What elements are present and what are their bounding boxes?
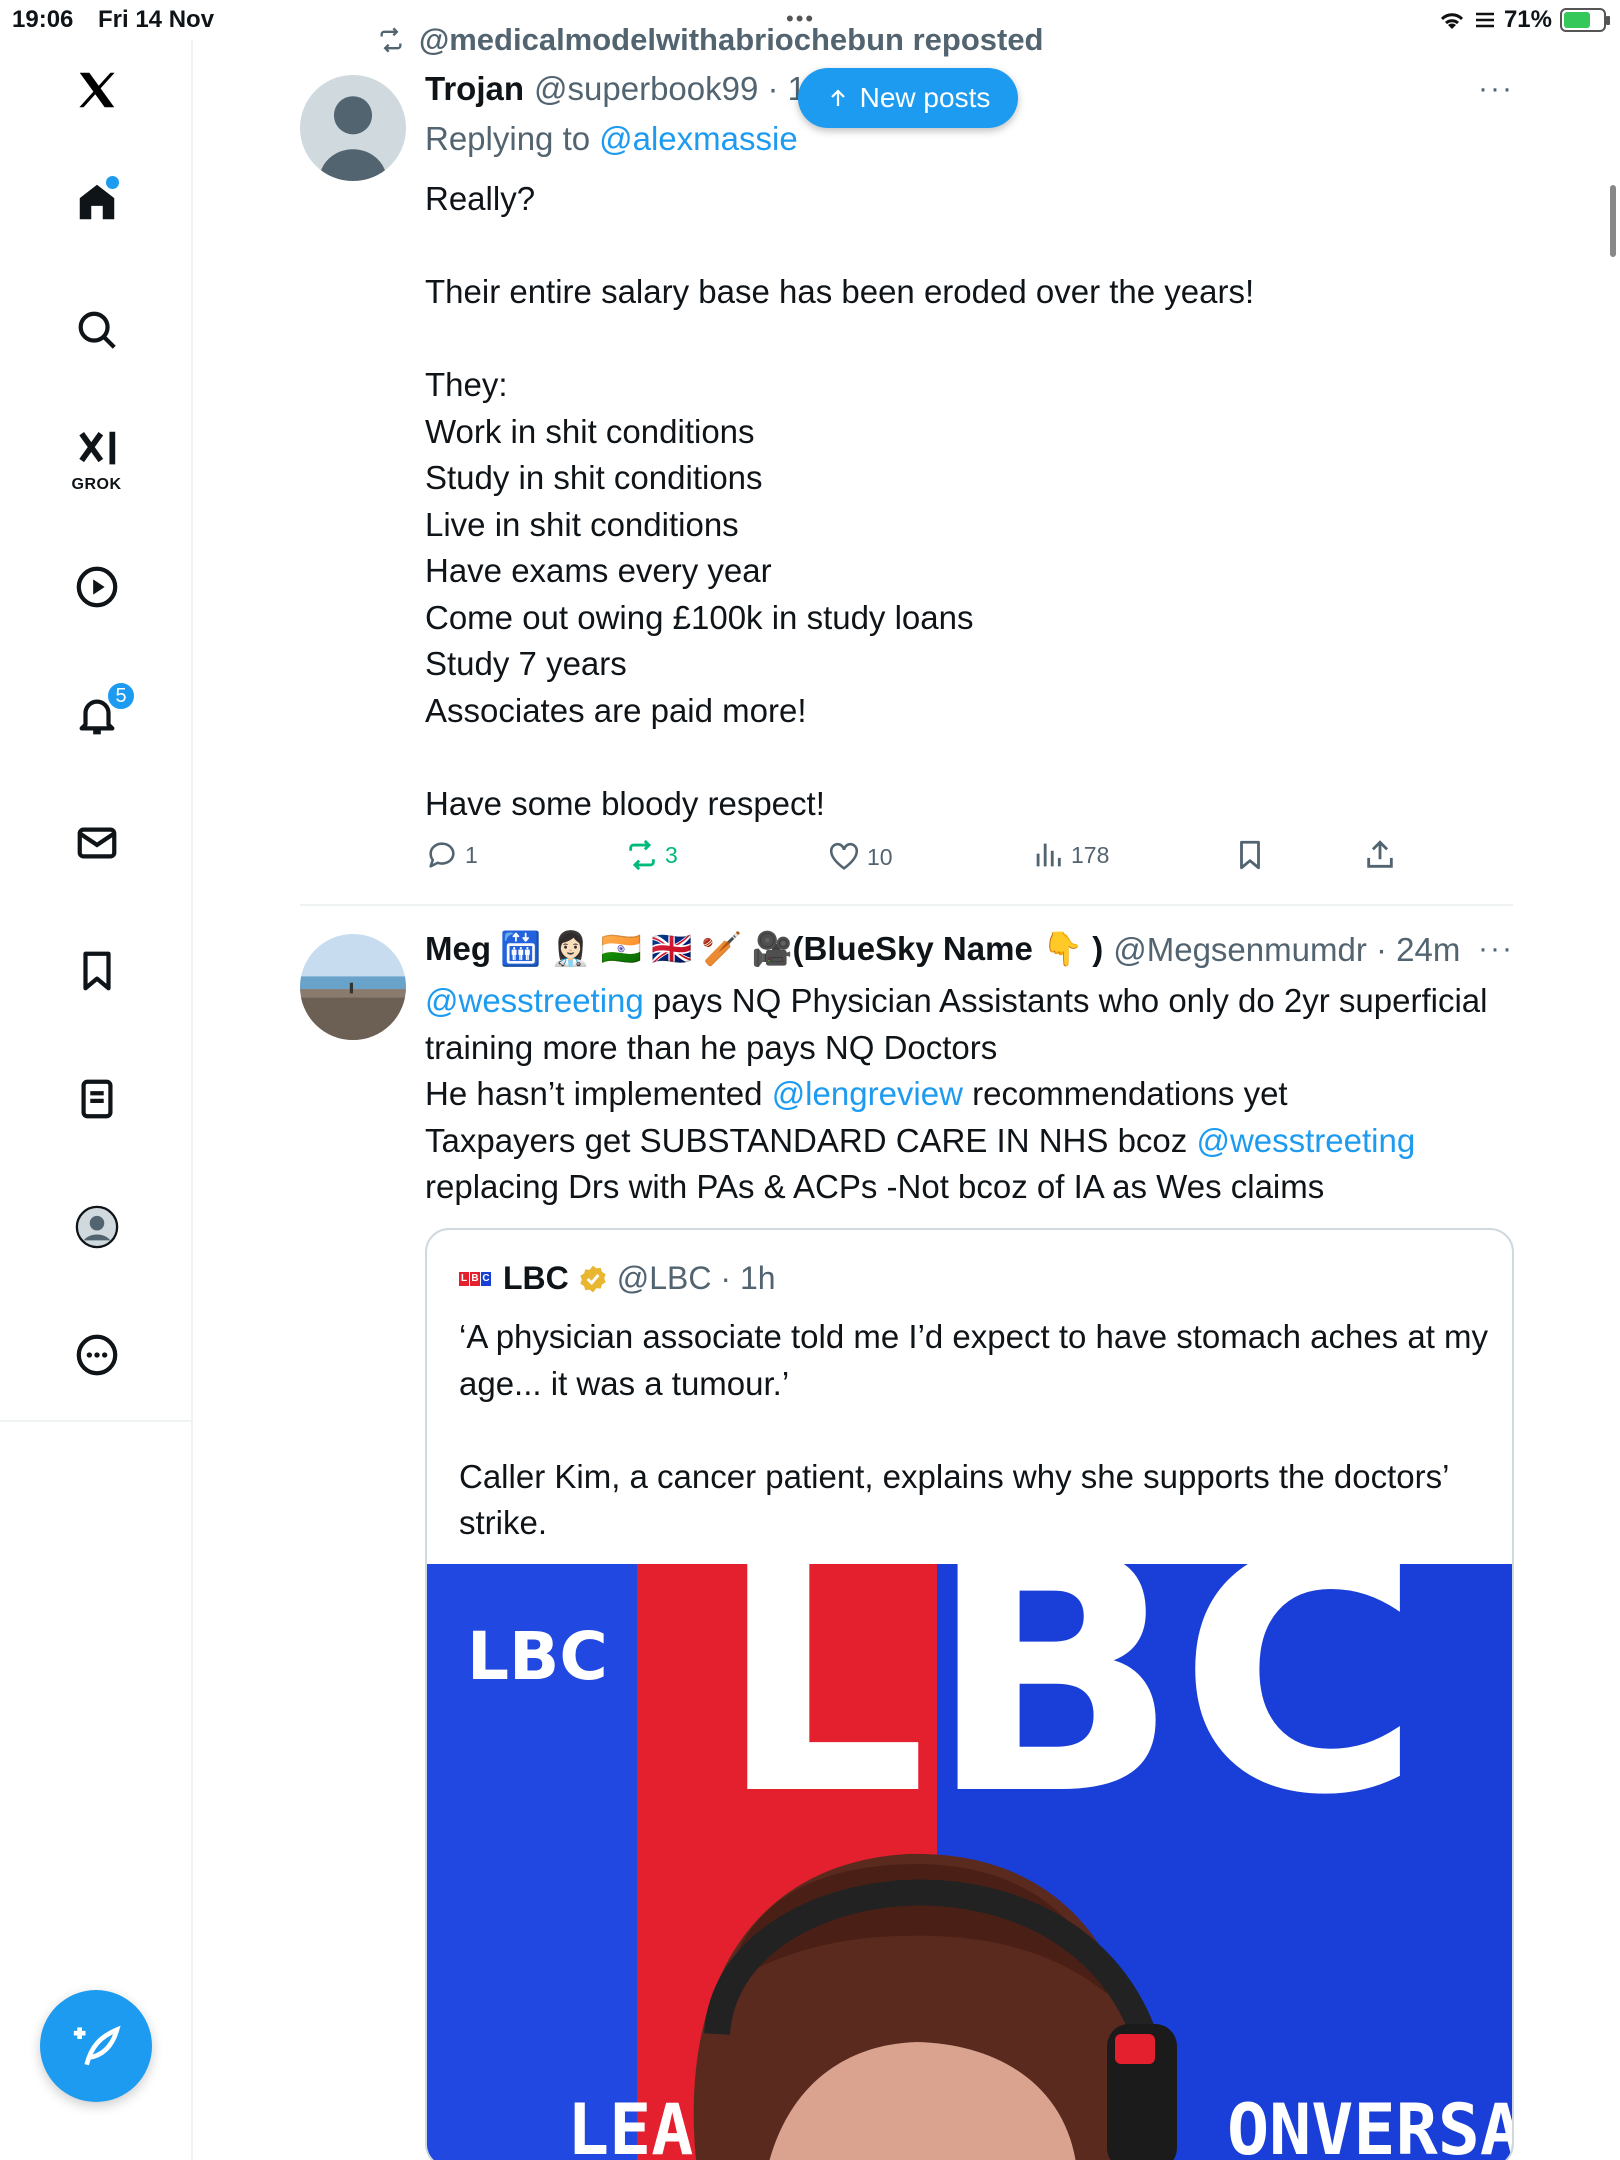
compose-button[interactable] <box>40 1990 152 2102</box>
more-circle-icon <box>76 1334 117 1376</box>
reply-button[interactable]: 1 <box>425 838 478 872</box>
search-icon <box>78 311 116 349</box>
tweet1-text: Really? Their entire salary base has bee… <box>425 180 1255 822</box>
quoted-video-media[interactable]: LBC LBC LEA ONVERSA <box>427 1564 1514 2160</box>
media-bottom-right-text: ONVERSA <box>1227 2089 1514 2160</box>
mail-icon <box>77 827 116 859</box>
like-button[interactable]: 10 <box>827 840 893 874</box>
quoted-tweet[interactable]: LBC LBC @LBC · 1h ‘A physician associate… <box>425 1228 1514 2160</box>
like-count: 10 <box>867 843 893 870</box>
replying-mention[interactable]: @alexmassie <box>599 120 798 158</box>
list-icon <box>1475 12 1494 28</box>
quoted-text: ‘A physician associate told me I’d expec… <box>459 1318 1489 1541</box>
sidebar-item-video[interactable] <box>0 547 193 627</box>
replying-label: Replying to <box>425 120 591 157</box>
repost-count: 3 <box>665 841 678 868</box>
reply-icon <box>429 842 455 868</box>
sidebar-item-bookmarks[interactable] <box>0 931 193 1011</box>
repost-by-text: @medicalmodelwithabriochebun reposted <box>419 22 1044 57</box>
views-count: 178 <box>1071 841 1110 868</box>
tweet1-replying-to: Replying to @alexmassie <box>425 120 798 158</box>
x-logo-icon <box>78 72 115 108</box>
tweet2-more-button[interactable]: ··· <box>1478 932 1514 966</box>
mention-wesstreeting[interactable]: @wesstreeting <box>1196 1122 1415 1159</box>
sidebar-divider <box>0 1420 193 1422</box>
battery-percent: 71% <box>1503 6 1552 33</box>
verified-badge-icon <box>580 1265 606 1292</box>
sidebar-item-search[interactable] <box>0 290 193 370</box>
default-avatar-icon <box>319 96 387 181</box>
tweet2-text-part: replacing Drs with PAs & ACPs -Not bcoz … <box>425 1168 1325 1205</box>
bookmark-icon <box>82 951 111 991</box>
repost-indicator[interactable]: @medicalmodelwithabriochebun reposted <box>375 22 1044 58</box>
mention-wesstreeting[interactable]: @wesstreeting <box>425 982 644 1019</box>
tweet1-handle[interactable]: @superbook99 · 1 <box>534 70 806 108</box>
sidebar-item-home[interactable] <box>0 162 193 242</box>
play-circle-icon <box>76 566 117 608</box>
grok-icon <box>78 431 115 465</box>
tweet2-author-name[interactable]: Meg 🛗 👩🏻‍⚕️ 🇮🇳 🇬🇧 🏏 🎥(BlueSky Name 👇 ) <box>425 930 1103 969</box>
video-thumbnail: LBC LBC LEA ONVERSA <box>427 1564 1514 2160</box>
sidebar: GROK 5 <box>0 40 193 2160</box>
tweet1-more-button[interactable]: ··· <box>1478 72 1514 106</box>
bookmark-button[interactable] <box>1233 838 1267 872</box>
new-posts-label: New posts <box>859 82 991 113</box>
repost-icon <box>380 27 402 53</box>
sidebar-item-messages[interactable] <box>0 803 193 883</box>
notifications-badge: 5 <box>106 681 136 711</box>
repost-button[interactable]: 3 <box>625 838 678 872</box>
x-logo-button[interactable] <box>0 50 193 130</box>
media-lbc-logo: LBC <box>467 1618 608 1695</box>
share-button[interactable] <box>1363 838 1397 872</box>
status-time: 19:06 <box>12 6 74 33</box>
scrollbar[interactable] <box>1610 185 1616 257</box>
arrow-up-icon <box>830 89 845 106</box>
tweet1-header: Trojan @superbook99 · 1 <box>425 70 806 108</box>
views-icon <box>1036 843 1061 867</box>
wifi-icon <box>1440 13 1464 29</box>
sidebar-item-profile[interactable] <box>0 1187 193 1267</box>
media-bottom-left-text: LEA <box>567 2089 693 2160</box>
share-icon <box>1367 840 1393 868</box>
tweet2-header: Meg 🛗 👩🏻‍⚕️ 🇮🇳 🇬🇧 🏏 🎥(BlueSky Name 👇 ) @… <box>425 930 1460 969</box>
tweet2-avatar[interactable] <box>300 934 406 1040</box>
views-button[interactable]: 178 <box>1031 838 1109 872</box>
tweet1-avatar[interactable] <box>300 75 406 181</box>
bookmark-icon <box>1240 840 1260 870</box>
lbc-avatar-logo[interactable]: LBC <box>459 1271 491 1286</box>
tweet1-author-name[interactable]: Trojan <box>425 70 524 108</box>
compose-feather-icon <box>73 2025 121 2066</box>
reply-count: 1 <box>465 841 478 868</box>
tweet2-handle[interactable]: @Megsenmumdr · 24m <box>1113 931 1460 969</box>
list-doc-icon <box>80 1079 113 1119</box>
quoted-author-name[interactable]: LBC <box>503 1260 569 1297</box>
beach-photo-avatar <box>300 934 406 1040</box>
sidebar-item-notifications[interactable]: 5 <box>0 675 193 755</box>
quoted-tweet-header: LBC LBC @LBC · 1h <box>459 1260 776 1297</box>
sidebar-item-more[interactable] <box>0 1315 193 1395</box>
grok-label: GROK <box>71 476 122 493</box>
quoted-handle[interactable]: @LBC · 1h <box>617 1260 776 1297</box>
status-date: Fri 14 Nov <box>98 6 215 33</box>
sidebar-item-lists[interactable] <box>0 1059 193 1139</box>
new-posts-button[interactable]: New posts <box>798 68 1018 128</box>
heart-icon <box>829 842 859 870</box>
battery-icon <box>1560 8 1610 32</box>
sidebar-item-grok[interactable]: GROK <box>0 418 193 498</box>
tweet2-text: @wesstreeting pays NQ Physician Assistan… <box>425 978 1505 1211</box>
tweet-separator <box>300 904 1513 906</box>
home-unread-dot <box>106 176 119 189</box>
mention-lengreview[interactable]: @lengreview <box>772 1075 963 1112</box>
tweet1-actions: 1 3 10 178 <box>425 838 1425 878</box>
repost-icon <box>629 839 655 871</box>
profile-avatar-icon <box>75 1205 118 1249</box>
